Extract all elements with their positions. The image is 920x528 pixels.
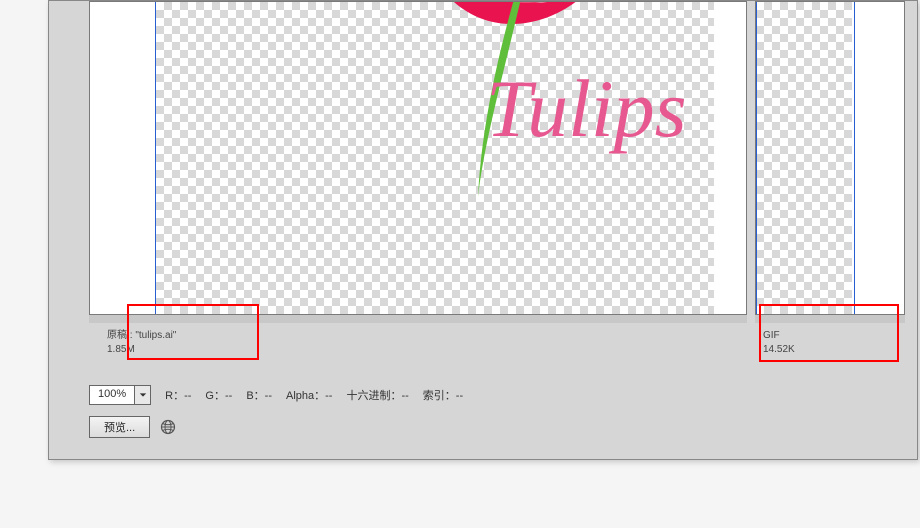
zoom-value: 100% <box>90 386 134 404</box>
guide-line <box>756 2 757 314</box>
optimized-info-box: GIF 14.52K <box>755 323 905 363</box>
r-readout: R：-- <box>165 387 191 403</box>
bottom-button-row: 预览... <box>89 413 912 441</box>
transparency-checker <box>756 2 852 314</box>
globe-icon[interactable] <box>160 419 176 435</box>
horizontal-scrollbar[interactable] <box>755 315 905 323</box>
preview-button-label: 预览... <box>104 419 135 435</box>
guide-line <box>854 2 855 314</box>
original-preview-pane[interactable]: Tulips <box>89 1 747 315</box>
save-for-web-window: Tulips 原稿 : "tulips.ai" 1.85M GIF 14.52K… <box>48 0 918 460</box>
chevron-down-icon <box>139 391 147 399</box>
original-info-box: 原稿 : "tulips.ai" 1.85M <box>99 323 739 363</box>
g-readout: G：-- <box>205 387 232 403</box>
hex-readout: 十六进制：-- <box>346 387 408 403</box>
preview-row: Tulips <box>89 1 912 323</box>
zoom-dropdown-button[interactable] <box>134 386 150 404</box>
horizontal-scrollbar[interactable] <box>89 315 747 323</box>
left-rail <box>49 1 89 323</box>
optimized-filesize-label: 14.52K <box>763 343 897 357</box>
original-filename-label: 原稿 : "tulips.ai" <box>107 329 731 343</box>
alpha-readout: Alpha：-- <box>286 387 332 403</box>
optimized-format-label: GIF <box>763 329 897 343</box>
b-readout: B：-- <box>246 387 272 403</box>
preview-button[interactable]: 预览... <box>89 416 150 438</box>
optimized-preview-pane[interactable] <box>755 1 905 315</box>
original-filesize-label: 1.85M <box>107 343 731 357</box>
info-strip: 原稿 : "tulips.ai" 1.85M GIF 14.52K <box>89 323 912 367</box>
artwork-area: Tulips <box>156 2 714 314</box>
zoom-select[interactable]: 100% <box>89 385 151 405</box>
readout-controls-row: 100% R：-- G：-- B：-- Alpha：-- 十六进制：-- 索引：… <box>89 381 912 409</box>
index-readout: 索引：-- <box>423 387 463 403</box>
artwork-text: Tulips <box>486 62 687 156</box>
pane-divider[interactable] <box>747 1 755 315</box>
